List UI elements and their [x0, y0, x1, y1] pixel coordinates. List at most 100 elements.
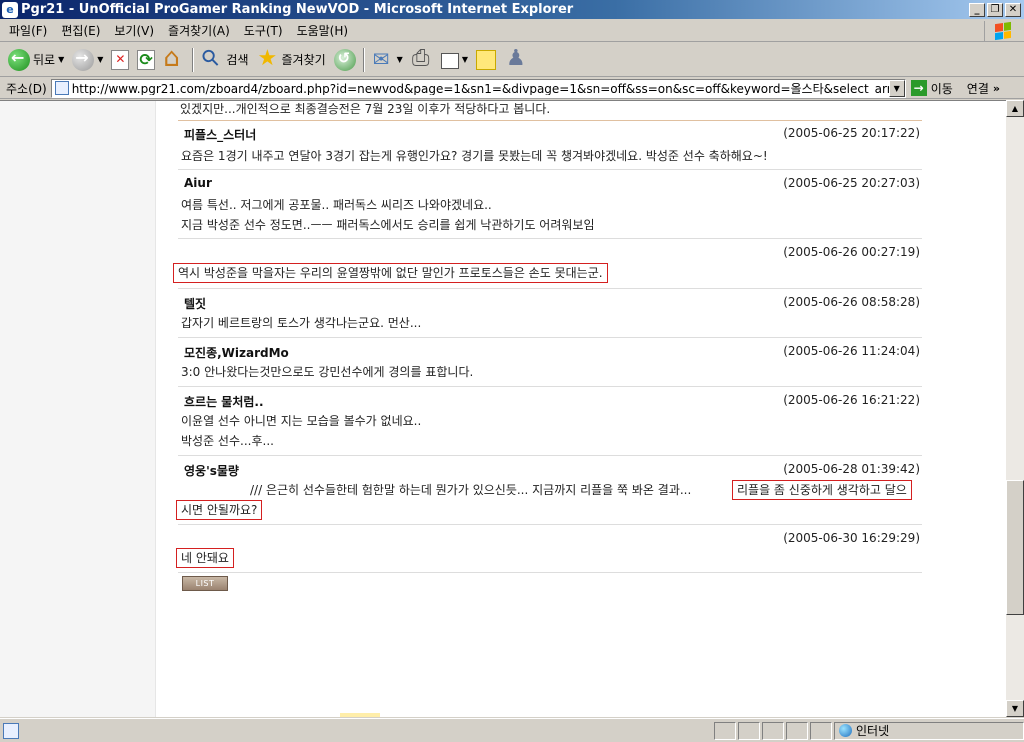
- address-field[interactable]: ▼: [50, 78, 906, 98]
- window-title: Pgr21 - UnOfficial ProGamer Ranking NewV…: [21, 2, 574, 17]
- menu-favorites[interactable]: 즐겨찾기(A): [161, 22, 237, 39]
- go-button[interactable]: → 이동: [910, 80, 953, 97]
- stop-button[interactable]: [107, 46, 133, 74]
- comment-body: 갑자기 베르트랑의 토스가 생각나는군요. 먼산...: [181, 316, 422, 330]
- list-button[interactable]: LIST: [182, 576, 228, 591]
- page-icon: [54, 81, 69, 95]
- comment-item: 모진종,WizardMo (2005-06-26 11:24:04) 3:0 안…: [178, 338, 922, 387]
- favorites-star-icon: [257, 46, 279, 71]
- comment-author[interactable]: 피플스_스터너: [184, 126, 256, 143]
- minimize-button[interactable]: _: [969, 2, 985, 17]
- comment-author[interactable]: 흐르는 물처럼..: [184, 393, 264, 410]
- comment-body: 시면 안될까요?: [176, 500, 263, 520]
- comment-date: (2005-06-30 16:29:29): [783, 531, 920, 545]
- mail-button[interactable]: ▼: [368, 46, 407, 74]
- messenger-button[interactable]: [500, 46, 530, 74]
- comment-item: 피플스_스터너 (2005-06-25 20:17:22) 요즘은 1경기 내주…: [178, 120, 922, 170]
- comment-body: 지금 박성준 선수 정도면..ㅡㅡ 패러독스에서도 승리를 쉽게 낙관하기도 어…: [181, 218, 595, 232]
- menu-view[interactable]: 보기(V): [107, 22, 161, 39]
- menu-help[interactable]: 도움말(H): [290, 22, 356, 39]
- standard-toolbar: 뒤로 ▼ ▼ 검색 즐겨찾기 ▼ ▼: [0, 43, 1024, 77]
- comment-item: 흐르는 물처럼.. (2005-06-26 16:21:22) 이윤열 선수 아…: [178, 387, 922, 456]
- address-input[interactable]: [71, 81, 892, 95]
- comment-body: 리플을 좀 신중하게 생각하고 달으: [732, 480, 912, 500]
- comment-body: 역시 박성준을 막을자는 우리의 윤열짱밖에 없단 말인가 프로토스들은 손도 …: [173, 263, 608, 283]
- comment-author[interactable]: Aiur: [184, 176, 212, 190]
- left-margin-column: [0, 101, 156, 717]
- internet-globe-icon: [839, 724, 852, 737]
- comment-author[interactable]: 모진종,WizardMo: [184, 344, 289, 361]
- back-button[interactable]: 뒤로 ▼: [4, 46, 68, 74]
- status-cell: [714, 721, 736, 740]
- comment-body: 여름 특선.. 저그에게 공포물.. 패러독스 씨리즈 나와야겠네요..: [181, 198, 492, 212]
- mail-dropdown-icon[interactable]: ▼: [397, 55, 403, 64]
- comment-body: 요즘은 1경기 내주고 연달아 3경기 잡는게 유행인가요? 경기를 못봤는데 …: [181, 149, 768, 163]
- history-icon: [333, 48, 356, 71]
- back-label: 뒤로: [33, 53, 56, 67]
- forward-button[interactable]: ▼: [68, 46, 107, 74]
- comment-author[interactable]: 텔짓: [184, 295, 206, 312]
- edit-button[interactable]: ▼: [437, 46, 472, 74]
- title-bar: e Pgr21 - UnOfficial ProGamer Ranking Ne…: [0, 0, 1024, 19]
- refresh-button[interactable]: [133, 46, 159, 74]
- address-dropdown-icon[interactable]: ▼: [888, 79, 905, 97]
- comment-item: (2005-06-30 16:29:29) 네 안돼요: [176, 525, 922, 573]
- comment-date: (2005-06-26 11:24:04): [783, 344, 920, 358]
- scroll-thumb[interactable]: [1006, 480, 1024, 615]
- search-button[interactable]: 검색: [197, 46, 252, 74]
- restore-button[interactable]: ❐: [987, 2, 1003, 17]
- links-button[interactable]: 연결: [967, 80, 989, 97]
- highlighted-reply-box: 역시 박성준을 막을자는 우리의 윤열짱밖에 없단 말인가 프로토스들은 손도 …: [173, 263, 608, 283]
- links-chevron-icon[interactable]: »: [993, 82, 1000, 95]
- menu-file[interactable]: 파일(F): [0, 22, 54, 39]
- comment-author[interactable]: 영웅's물량: [184, 462, 239, 479]
- comment-item: 영웅's물량 (2005-06-28 01:39:42) /// 은근히 선수들…: [176, 456, 922, 525]
- scroll-up-icon[interactable]: ▲: [1006, 100, 1024, 117]
- home-button[interactable]: [159, 43, 189, 74]
- page-viewport: 있겠지만...개인적으로 최종결승전은 7월 23일 이후가 적당하다고 봅니다…: [0, 100, 1006, 717]
- menu-edit[interactable]: 편집(E): [54, 22, 107, 39]
- comment-date: (2005-06-25 20:17:22): [783, 126, 920, 140]
- status-cell: [810, 721, 832, 740]
- edit-page-icon: [440, 53, 459, 69]
- go-arrow-icon: →: [910, 80, 927, 96]
- stop-icon: [111, 49, 130, 70]
- vertical-scrollbar[interactable]: ▲ ▼: [1006, 100, 1024, 717]
- status-cell: [786, 721, 808, 740]
- print-button[interactable]: [407, 46, 437, 74]
- comment-item: (2005-06-26 00:27:19) 역시 박성준을 막을자는 우리의 윤…: [173, 239, 922, 289]
- home-icon: [163, 43, 185, 73]
- windows-logo-icon: [984, 21, 1020, 41]
- edit-dropdown-icon[interactable]: ▼: [462, 55, 468, 64]
- history-button[interactable]: [330, 46, 360, 74]
- back-dropdown-icon[interactable]: ▼: [58, 55, 64, 64]
- search-label: 검색: [226, 53, 249, 67]
- favorites-label: 즐겨찾기: [281, 53, 326, 67]
- favorites-button[interactable]: 즐겨찾기: [253, 46, 330, 74]
- comment-date: (2005-06-28 01:39:42): [783, 462, 920, 476]
- status-cell: [738, 721, 760, 740]
- comment-item: 텔짓 (2005-06-26 08:58:28) 갑자기 베르트랑의 토스가 생…: [178, 289, 922, 338]
- comment-item: Aiur (2005-06-25 20:27:03) 여름 특선.. 저그에게 …: [178, 170, 922, 239]
- close-button[interactable]: ✕: [1005, 2, 1021, 17]
- printer-icon: [411, 46, 433, 71]
- back-arrow-icon: [8, 48, 30, 71]
- comment-body: 박성준 선수...후...: [181, 434, 274, 448]
- search-icon: [201, 49, 223, 71]
- notes-button[interactable]: [472, 46, 500, 74]
- comment-body: 네 안돼요: [176, 548, 234, 568]
- note-icon: [475, 49, 496, 70]
- comment-date: (2005-06-26 00:27:19): [783, 245, 920, 259]
- menu-bar: 파일(F) 편집(E) 보기(V) 즐겨찾기(A) 도구(T) 도움말(H): [0, 20, 1024, 42]
- comment-body: 있겠지만...개인적으로 최종결승전은 7월 23일 이후가 적당하다고 봅니다…: [180, 102, 551, 116]
- mail-icon: [372, 47, 394, 71]
- scroll-down-icon[interactable]: ▼: [1006, 700, 1024, 717]
- ie-logo-icon: e: [2, 1, 18, 18]
- forward-arrow-icon: [72, 48, 95, 71]
- go-label: 이동: [930, 81, 953, 96]
- menu-tools[interactable]: 도구(T): [237, 22, 290, 39]
- forward-dropdown-icon[interactable]: ▼: [97, 55, 103, 64]
- page-status-icon: [3, 722, 19, 739]
- highlighted-reply-box: 네 안돼요: [176, 548, 234, 568]
- address-label: 주소(D): [6, 81, 47, 96]
